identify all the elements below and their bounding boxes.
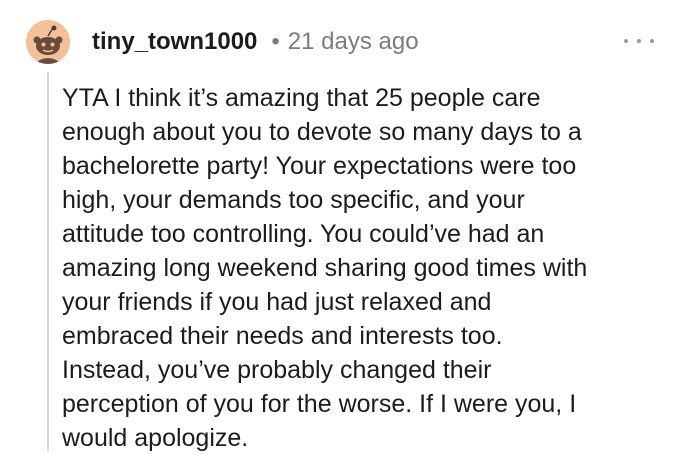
comment-body-line: bachelorette party! Your expectations we… — [62, 152, 577, 180]
avatar[interactable] — [26, 20, 70, 64]
comment-body-line: perception of you for the worse. If I we… — [62, 390, 577, 418]
comment-body-line: your friends if you had just relaxed and — [62, 288, 492, 316]
username[interactable]: tiny_town1000 — [92, 28, 257, 56]
comment-body: YTA I think it’s amazing that 25 people … — [62, 81, 662, 455]
timestamp[interactable]: 21 days ago — [288, 28, 419, 56]
comment-body-line: Instead, you’ve probably changed their — [62, 356, 492, 384]
comment-body-line: YTA I think it’s amazing that 25 people … — [62, 84, 541, 112]
comment-body-line: embraced their needs and interests too. — [62, 322, 503, 350]
more-options-button[interactable] — [624, 30, 654, 52]
thread-collapse-line[interactable] — [47, 72, 49, 451]
meta-separator: • — [271, 28, 280, 55]
comment-body-line: amazing long weekend sharing good times … — [62, 254, 588, 282]
reddit-snoo-avatar-icon — [26, 20, 70, 64]
comment-header: tiny_town1000 • 21 days ago — [92, 24, 419, 60]
comment-body-line: would apologize. — [62, 424, 249, 452]
more-options-icon — [624, 39, 628, 43]
comment: tiny_town1000 • 21 days ago YTA I think … — [0, 0, 700, 452]
more-options-icon — [650, 39, 654, 43]
comment-body-line: high, your demands too specific, and you… — [62, 186, 525, 214]
comment-body-line: enough about you to devote so many days … — [62, 118, 582, 146]
comment-body-line: attitude too controlling. You could’ve h… — [62, 220, 545, 248]
more-options-icon — [637, 39, 641, 43]
